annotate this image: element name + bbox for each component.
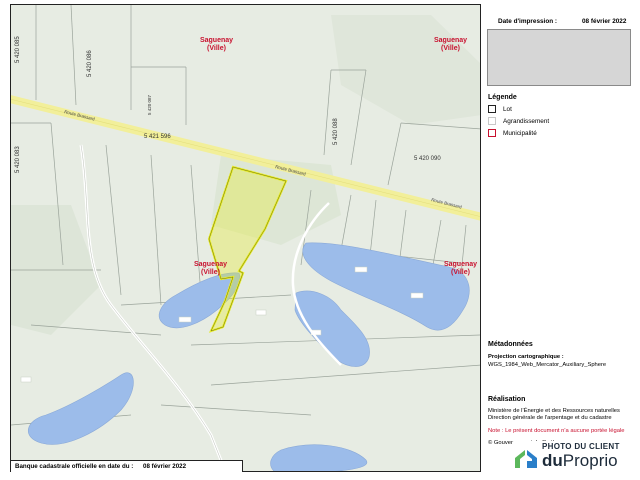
lot-label-090: 5 420 090 xyxy=(414,156,441,162)
legend-item-label: Municipalité xyxy=(503,129,537,137)
metadata-title: Métadonnées xyxy=(488,341,533,348)
pond-southwest xyxy=(28,372,134,445)
print-date: Date d'impression : 08 février 2022 xyxy=(498,18,626,25)
badge-brand: duProprio xyxy=(542,451,618,471)
duproprio-badge: PHOTO DU CLIENT duProprio xyxy=(512,441,632,473)
pond-south xyxy=(270,444,368,471)
realisation-ministry: Ministère de l'Énergie et des Ressources… xyxy=(488,408,620,414)
cadastral-date-value: 08 février 2022 xyxy=(143,463,187,470)
lot-label-083: 5 420 083 xyxy=(15,146,21,173)
municipality-label: Saguenay (Ville) xyxy=(189,37,244,53)
realisation-direction: Direction générale de l'arpentage et du … xyxy=(488,415,612,421)
municipality-label: Saguenay (Ville) xyxy=(423,37,478,53)
legend-item-lot: Lot xyxy=(488,105,512,113)
projection-value: WGS_1984_Web_Mercator_Auxiliary_Sphere xyxy=(488,362,607,368)
lot-label-085: 5 420 085 xyxy=(15,36,21,63)
lot-label-596: 5 421 596 xyxy=(144,134,171,140)
overview-map-placeholder xyxy=(487,29,631,86)
municipality-label-text: Saguenay (Ville) xyxy=(443,261,478,276)
house-logo-icon xyxy=(515,450,537,468)
map-canvas: 5 420 085 5 420 086 5 420 087 5 421 596 … xyxy=(11,5,480,471)
brand-du: du xyxy=(542,451,563,470)
cadastral-date-bar: Banque cadastrale officielle en date du … xyxy=(11,460,243,472)
municipality-label-text: Saguenay (Ville) xyxy=(433,37,468,52)
municipalite-swatch-icon xyxy=(488,129,496,137)
info-panel: Date d'impression : 08 février 2022 Lége… xyxy=(484,4,634,472)
print-date-value: 08 février 2022 xyxy=(582,18,627,25)
lot-swatch-icon xyxy=(488,105,496,113)
legend-title: Légende xyxy=(488,94,517,101)
lot-label-087: 5 420 087 xyxy=(147,94,152,115)
legend-item-label: Lot xyxy=(503,105,512,113)
municipality-label: Saguenay (Ville) xyxy=(183,261,238,277)
brand-proprio: Proprio xyxy=(562,451,618,470)
municipality-label: Saguenay (Ville) xyxy=(433,261,480,277)
cadastral-date-label: Banque cadastrale officielle en date du … xyxy=(15,463,134,470)
lot-label-086: 5 420 086 xyxy=(87,50,93,77)
lot-label-088: 5 420 088 xyxy=(333,118,339,145)
projection-label: Projection cartographique : xyxy=(488,354,564,360)
municipality-label-text: Saguenay (Ville) xyxy=(199,37,234,52)
agrandissement-swatch-icon xyxy=(488,117,496,125)
legend-item-label: Agrandissement xyxy=(503,117,550,125)
legend-item-agrandissement: Agrandissement xyxy=(488,117,549,125)
cadastral-map[interactable]: 5 420 085 5 420 086 5 420 087 5 421 596 … xyxy=(10,4,481,472)
badge-caption: PHOTO DU CLIENT xyxy=(542,442,620,451)
municipality-label-text: Saguenay (Ville) xyxy=(193,261,228,276)
realisation-title: Réalisation xyxy=(488,396,526,403)
legal-note: Note : Le présent document n'a aucune po… xyxy=(488,428,625,434)
print-date-label: Date d'impression : xyxy=(498,18,558,25)
legend-item-municipalite: Municipalité xyxy=(488,129,537,137)
